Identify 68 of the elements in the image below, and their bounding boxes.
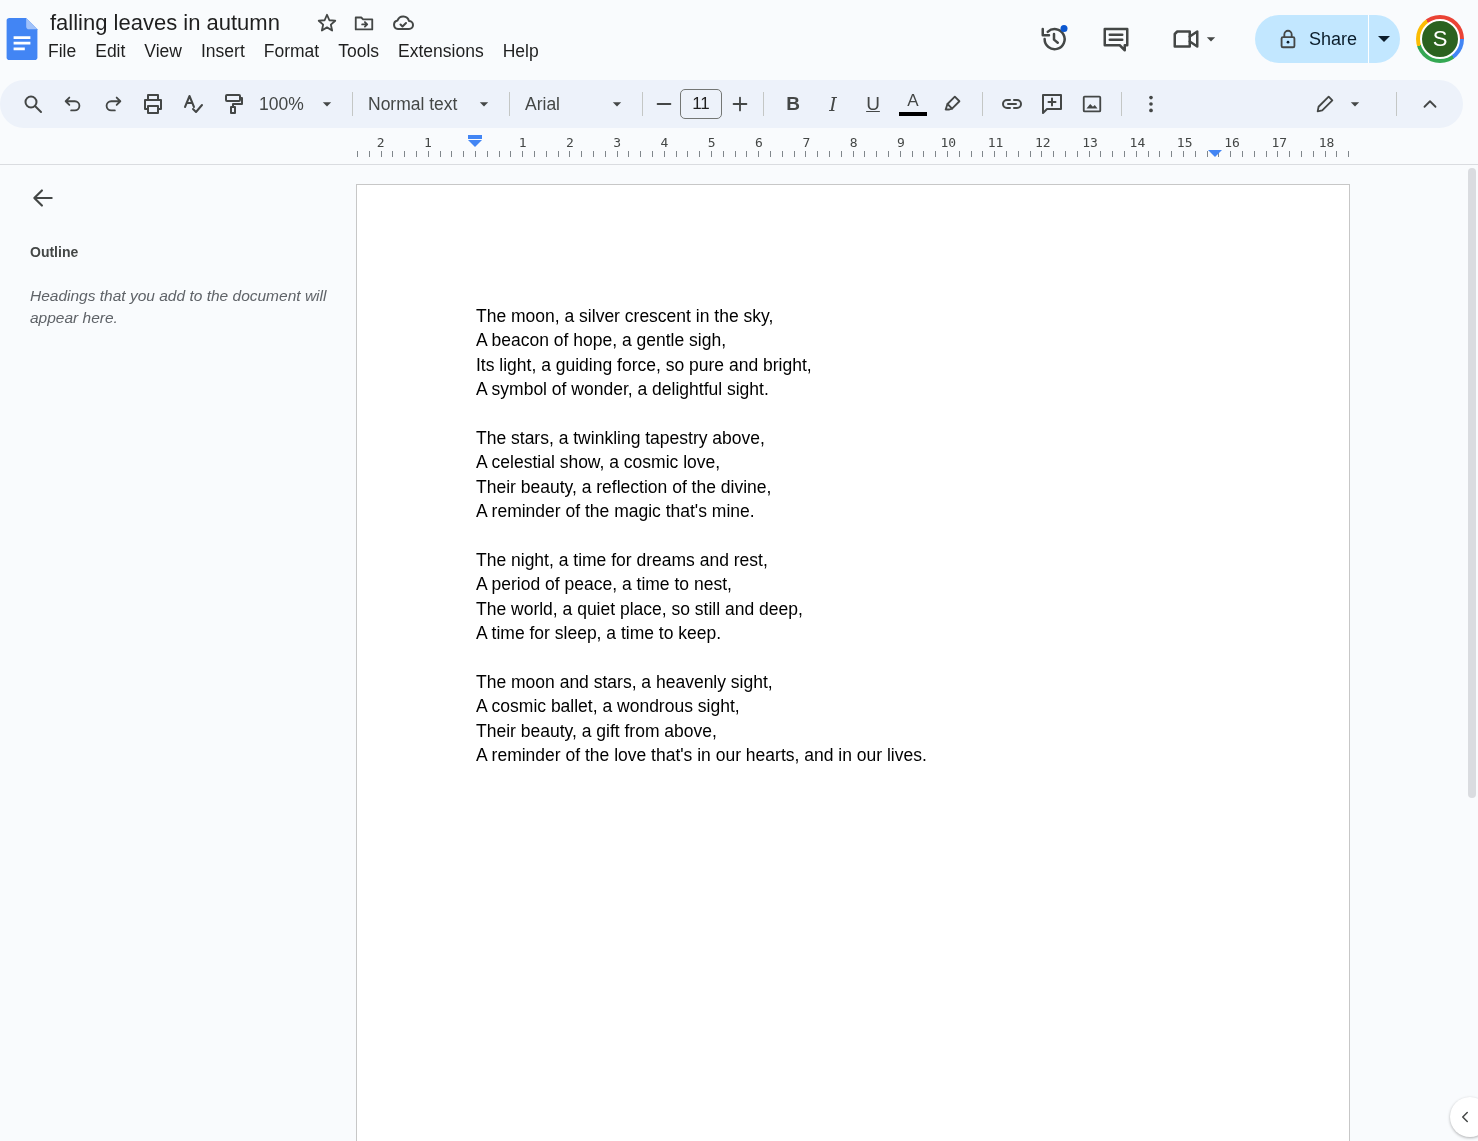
poem-line: Their beauty, a reflection of the divine, <box>476 475 773 499</box>
poem-line: The stars, a twinkling tapestry above, <box>476 427 766 450</box>
document-title[interactable]: falling leaves in autumn <box>48 9 282 36</box>
style-dropdown[interactable]: Normal text <box>362 86 500 122</box>
ruler-number: 4 <box>659 135 670 150</box>
menu-item[interactable]: Edit <box>86 37 136 65</box>
scrollbar-thumb[interactable] <box>1468 168 1476 798</box>
menu-item[interactable]: Tools <box>329 37 390 65</box>
menu-item[interactable]: Extensions <box>389 37 494 65</box>
menu-item[interactable]: Insert <box>192 37 255 65</box>
ruler-number: 14 <box>1128 135 1147 150</box>
ruler-number: 1 <box>423 135 433 150</box>
image-icon[interactable] <box>1081 93 1103 115</box>
ruler-number: 15 <box>1175 135 1194 150</box>
outline-heading: Outline <box>30 244 80 260</box>
share-button[interactable]: Share <box>1254 15 1369 63</box>
bold-button[interactable]: B <box>773 86 813 122</box>
ruler-number: 18 <box>1317 135 1336 150</box>
poem-line: Its light, a guiding force, so pure and bright, <box>476 353 813 377</box>
ruler-number: 10 <box>939 135 958 150</box>
star-icon[interactable] <box>315 11 338 34</box>
caret-icon <box>1378 36 1390 42</box>
right-indent-marker-icon[interactable] <box>1208 150 1223 157</box>
ruler-number: 1 <box>517 135 528 150</box>
spellcheck-icon[interactable] <box>181 92 205 116</box>
ruler-number: 2 <box>564 135 575 150</box>
poem-line: A symbol of wonder, a delightful sight. <box>476 378 770 402</box>
indent-marker-icon[interactable] <box>468 135 483 147</box>
ruler-number: 6 <box>754 135 764 150</box>
poem-line: A time for sleep, a time to keep. <box>476 622 723 646</box>
poem-line: A period of peace, a time to nest, <box>476 573 733 597</box>
poem-line: The world, a quiet place, so still and deep, <box>476 597 804 621</box>
poem-line: The moon and stars, a heavenly sight, <box>476 671 774 695</box>
poem-line: The moon, a silver crescent in the sky, <box>476 305 775 328</box>
document-icon[interactable] <box>6 18 38 60</box>
account-avatar[interactable]: S <box>1416 15 1464 63</box>
font-dropdown[interactable]: Arial <box>519 86 633 122</box>
menu-item[interactable]: View <box>135 37 192 65</box>
ruler-number: 3 <box>612 135 623 150</box>
pencil-icon[interactable] <box>1314 93 1336 115</box>
ruler-number: 9 <box>896 135 906 150</box>
menu-item[interactable]: File <box>48 37 87 65</box>
poem-line: A cosmic ballet, a wondrous sight, <box>476 695 741 719</box>
ruler-number: 11 <box>986 135 1005 150</box>
ruler-number: 5 <box>706 135 717 150</box>
poem-line: A beacon of hope, a gentle sigh, <box>476 329 728 353</box>
poem-line: A celestial show, a cosmic love, <box>476 451 722 475</box>
ruler-number: 7 <box>801 135 812 150</box>
text-color-button[interactable]: A <box>893 86 933 122</box>
outline-hint: Headings that you add to the document will appear here. <box>30 286 328 328</box>
print-icon[interactable] <box>141 92 165 116</box>
ruler-number: 8 <box>848 135 859 150</box>
underline-button[interactable]: U <box>853 86 893 122</box>
poem-line: Their beauty, a gift from above, <box>476 719 718 743</box>
poem-line: A reminder of the magic that's mine. <box>476 500 756 524</box>
font-size-field[interactable]: 11 <box>680 89 722 119</box>
poem-line: A reminder of the love that's in our hearts, and in our lives. <box>476 744 928 768</box>
menu-item[interactable]: Help <box>493 37 549 65</box>
add-comment-icon[interactable] <box>1040 92 1064 116</box>
ruler-number: 13 <box>1081 135 1099 150</box>
ruler-number: 17 <box>1270 135 1289 150</box>
zoom-dropdown[interactable]: 100% <box>253 86 343 122</box>
ruler-number: 12 <box>1033 135 1052 150</box>
menu-item[interactable]: Format <box>254 37 330 65</box>
italic-button[interactable]: I <box>813 86 853 122</box>
poem-line: The night, a time for dreams and rest, <box>476 549 769 573</box>
ruler-number: 16 <box>1223 135 1241 150</box>
ruler-number: 2 <box>375 135 386 150</box>
